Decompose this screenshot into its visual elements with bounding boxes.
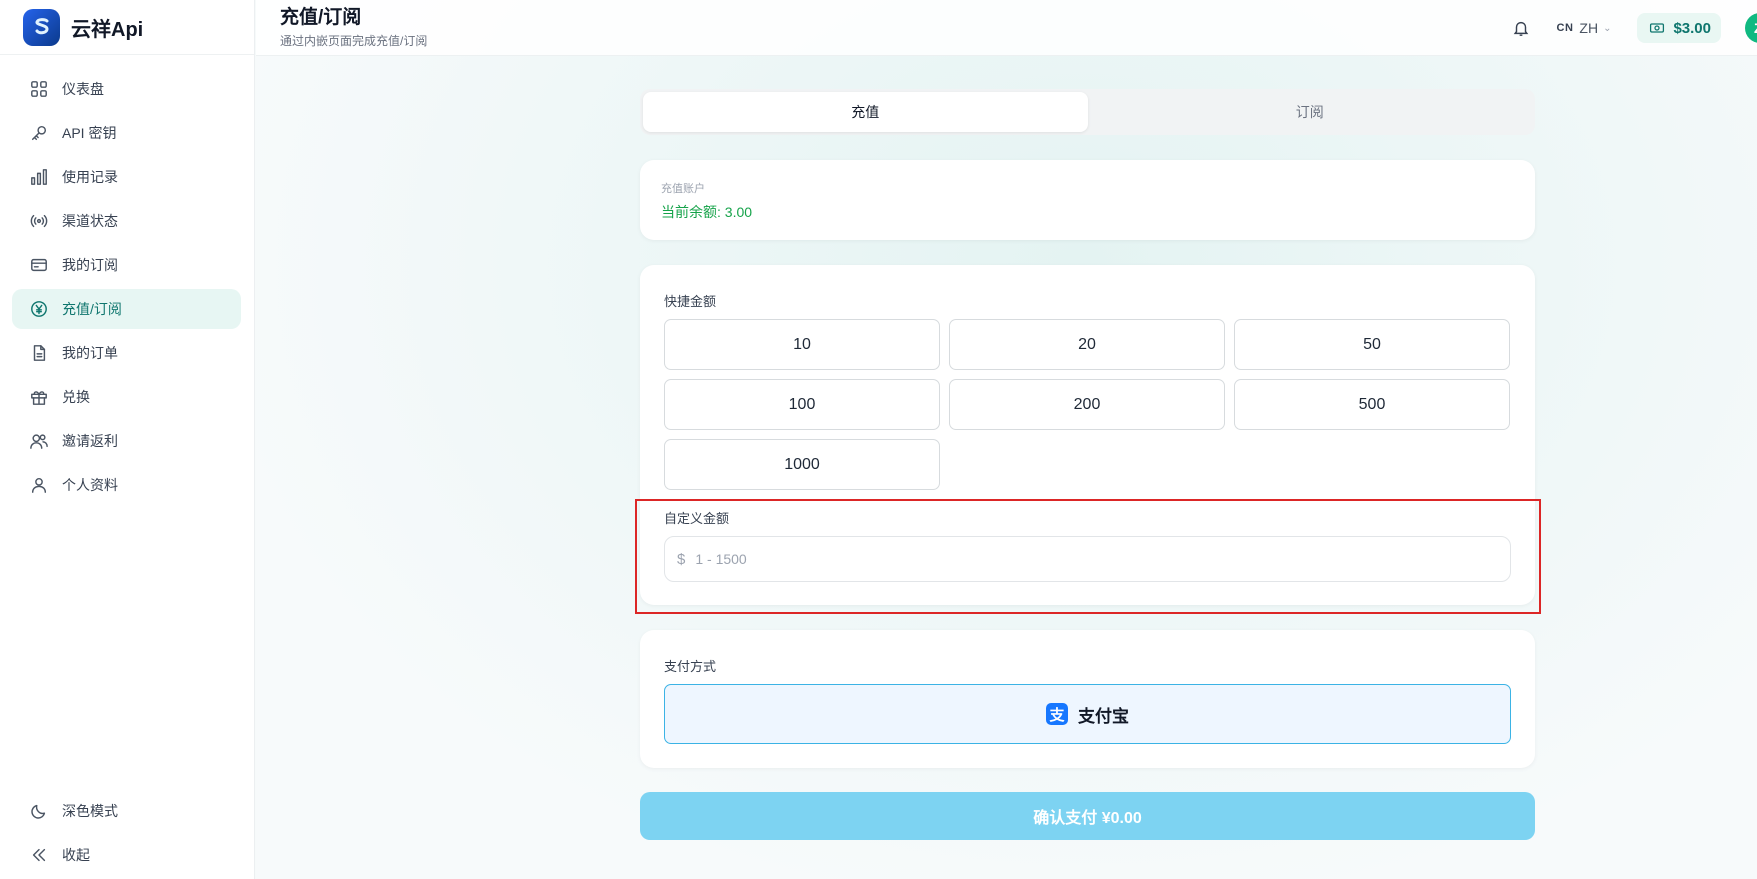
collapse-sidebar-button[interactable]: 收起: [12, 835, 241, 875]
yuan-coin-icon: [29, 299, 49, 319]
gift-icon: [29, 387, 49, 407]
quick-amount-button[interactable]: 200: [949, 379, 1225, 430]
sidebar-item-label: 邀请返利: [62, 433, 118, 449]
moon-icon: [29, 801, 49, 821]
card-icon: [29, 255, 49, 275]
sidebar-item-redeem[interactable]: 兑换: [12, 377, 241, 417]
sidebar-item-label: 仪表盘: [62, 81, 104, 97]
s-logo-icon: [23, 8, 60, 46]
chevron-down-icon: ⌄: [1603, 22, 1612, 34]
quick-amount-button[interactable]: 1000: [664, 439, 940, 490]
tab-subscribe[interactable]: 订阅: [1088, 92, 1533, 132]
sidebar-item-usage-logs[interactable]: 使用记录: [12, 157, 241, 197]
amount-card: 快捷金额 10 20 50 100 200 500 1000 自定义金额 $: [635, 265, 1541, 614]
broadcast-icon: [29, 211, 49, 231]
sidebar-item-profile[interactable]: 个人资料: [12, 465, 241, 505]
sidebar-item-label: 充值/订阅: [62, 301, 122, 317]
language-selector[interactable]: CN ZH ⌄: [1557, 20, 1612, 36]
sidebar-item-label: 兑换: [62, 389, 90, 405]
custom-amount-input[interactable]: [695, 551, 1510, 567]
bell-icon[interactable]: [1510, 17, 1532, 39]
alipay-icon: 支: [1046, 703, 1068, 725]
collapse-label: 收起: [62, 847, 90, 863]
sidebar-item-topup-subscribe[interactable]: 充值/订阅: [12, 289, 241, 329]
custom-amount-label: 自定义金额: [664, 511, 730, 526]
double-chevron-left-icon: [29, 845, 49, 865]
tab-topup[interactable]: 充值: [643, 92, 1088, 132]
sidebar-item-label: 我的订单: [62, 345, 118, 361]
account-card: 充值账户 当前余额: 3.00: [640, 160, 1535, 240]
app-name: 云祥Api: [71, 18, 144, 41]
quick-amount-button[interactable]: 50: [1234, 319, 1510, 370]
payment-method-label: 支付方式: [664, 659, 717, 674]
sidebar-item-referral[interactable]: 邀请返利: [12, 421, 241, 461]
sidebar-bottom: 深色模式 收起: [0, 791, 254, 879]
key-icon: [29, 123, 49, 143]
language-code: ZH: [1579, 20, 1599, 36]
topbar-actions: CN ZH ⌄ $3.00 Z: [1510, 0, 1757, 56]
quick-amount-label: 快捷金额: [664, 294, 717, 309]
sidebar-item-label: 使用记录: [62, 169, 118, 185]
balance-value: $3.00: [1673, 19, 1711, 37]
quick-amount-button[interactable]: 500: [1234, 379, 1510, 430]
users-icon: [29, 431, 49, 451]
dashboard-grid-icon: [29, 79, 49, 99]
sidebar-item-my-orders[interactable]: 我的订单: [12, 333, 241, 373]
avatar[interactable]: Z: [1745, 13, 1757, 43]
payment-method-name: 支付宝: [1078, 706, 1129, 726]
sidebar: 云祥Api 仪表盘 API 密钥 使用记录 渠道状态 我的订阅 充值/订阅 我的…: [0, 0, 255, 879]
sidebar-item-label: 渠道状态: [62, 213, 118, 229]
page-subtitle: 通过内嵌页面完成充值/订阅: [280, 33, 428, 48]
sidebar-nav: 仪表盘 API 密钥 使用记录 渠道状态 我的订阅 充值/订阅 我的订单 兑换: [0, 55, 254, 505]
page-heading: 充值/订阅 通过内嵌页面完成充值/订阅: [280, 7, 427, 49]
sidebar-item-label: API 密钥: [62, 125, 117, 141]
sidebar-item-label: 个人资料: [62, 477, 118, 493]
brand[interactable]: 云祥Api: [0, 0, 254, 55]
account-label: 充值账户: [661, 183, 705, 195]
bar-chart-icon: [29, 167, 49, 187]
quick-amount-button[interactable]: 10: [664, 319, 940, 370]
currency-prefix: $: [677, 550, 686, 568]
user-icon: [29, 475, 49, 495]
sidebar-item-dashboard[interactable]: 仪表盘: [12, 69, 241, 109]
balance-chip[interactable]: $3.00: [1637, 13, 1721, 43]
topup-tabs: 充值 订阅: [640, 89, 1535, 135]
dark-mode-label: 深色模式: [62, 803, 118, 819]
sidebar-item-channel-status[interactable]: 渠道状态: [12, 201, 241, 241]
custom-amount-field[interactable]: $: [664, 536, 1511, 582]
sidebar-item-my-subscriptions[interactable]: 我的订阅: [12, 245, 241, 285]
sidebar-item-api-keys[interactable]: API 密钥: [12, 113, 241, 153]
document-icon: [29, 343, 49, 363]
main-area: 充值/订阅 通过内嵌页面完成充值/订阅 CN ZH ⌄ $3.00 Z 充值 订…: [256, 0, 1757, 879]
current-balance: 当前余额: 3.00: [661, 204, 753, 220]
sidebar-item-label: 我的订阅: [62, 257, 118, 273]
topup-content: 充值 订阅 充值账户 当前余额: 3.00 快捷金额 10 20 50 100 …: [635, 89, 1541, 840]
alipay-option[interactable]: 支 支付宝: [664, 684, 1511, 744]
quick-amount-button[interactable]: 100: [664, 379, 940, 430]
page-title: 充值/订阅: [280, 6, 362, 28]
quick-amount-grid: 10 20 50 100 200 500 1000: [664, 319, 1511, 490]
payment-card: 支付方式 支 支付宝: [640, 630, 1535, 768]
topbar: 充值/订阅 通过内嵌页面完成充值/订阅 CN ZH ⌄ $3.00 Z: [256, 0, 1757, 56]
confirm-pay-button[interactable]: 确认支付 ¥0.00: [640, 792, 1535, 840]
flag-label: CN: [1556, 22, 1574, 34]
dark-mode-toggle[interactable]: 深色模式: [12, 791, 241, 831]
money-icon: [1650, 23, 1665, 33]
quick-amount-button[interactable]: 20: [949, 319, 1225, 370]
